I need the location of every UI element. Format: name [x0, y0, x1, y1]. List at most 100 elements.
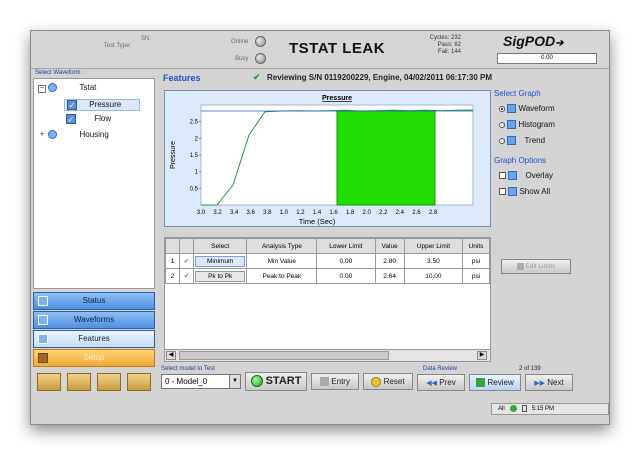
busy-label: Busy	[235, 56, 249, 62]
upper-limit-cell: 3.50	[403, 253, 464, 269]
table-row[interactable]: 2 ✔ Pk to Pk Peak to Peak 0.00 2.64 10.0…	[165, 268, 490, 284]
waveform-radio[interactable]	[499, 105, 505, 112]
nav-waveforms-button[interactable]: Waveforms	[33, 311, 155, 329]
reset-button[interactable]: Reset	[363, 373, 413, 390]
x-tick-label: 2.6	[412, 210, 421, 216]
analysis-region	[336, 110, 436, 206]
online-indicator	[255, 36, 266, 47]
nav-waveforms-label: Waveforms	[73, 315, 115, 324]
lower-limit-cell: 0.00	[316, 253, 376, 269]
histogram-radio[interactable]	[499, 121, 505, 128]
readout-display: 0.00	[497, 53, 597, 64]
value-cell: 2.64	[374, 268, 405, 284]
x-tick-label: 3.8	[263, 210, 272, 216]
status-header	[179, 238, 194, 254]
graph-option-histogram[interactable]: Histogram	[499, 120, 555, 130]
x-tick-label: 2.8	[429, 210, 438, 216]
tree-item-tstat-label: Tstat	[79, 83, 97, 92]
tool-icon-row	[33, 371, 155, 393]
select-cell[interactable]: Pk to Pk	[195, 270, 246, 282]
nav-features-button[interactable]: Features	[33, 330, 155, 348]
nav-status-button[interactable]: Status	[33, 292, 155, 310]
graph-option-trend[interactable]: Trend	[499, 136, 545, 146]
edit-limits-icon	[516, 262, 524, 270]
chevron-down-icon[interactable]: ▼	[229, 375, 240, 388]
start-icon	[250, 375, 263, 388]
help-icon[interactable]	[97, 373, 121, 391]
flow-checkbox-icon[interactable]: ✓	[66, 114, 76, 124]
units-cell: psi	[462, 268, 490, 284]
waveforms-icon	[38, 315, 48, 325]
model-select[interactable]: 0 - Model_0 ▼	[161, 374, 241, 389]
tree-item-housing-label: Housing	[79, 130, 109, 139]
column-header: Value	[374, 238, 405, 254]
histogram-option-label: Histogram	[518, 120, 555, 129]
tree-item-pressure[interactable]: ✓ Pressure	[64, 99, 140, 111]
edit-limits-button[interactable]: Edit Limits	[501, 259, 571, 274]
show-all-checkbox[interactable]	[499, 188, 506, 196]
pass-check-icon: ✔	[179, 253, 194, 269]
overlay-icon	[508, 171, 518, 181]
select-cell[interactable]: Minimum	[195, 255, 246, 267]
status-icon	[38, 296, 48, 306]
edit-limits-label: Edit Limits	[525, 263, 556, 270]
start-button[interactable]: START	[245, 372, 307, 391]
online-label: Online	[231, 39, 249, 45]
x-tick-label: 2.0	[363, 210, 372, 216]
test-type-label: Test Type:	[103, 43, 131, 49]
scroll-left-icon[interactable]: ◀	[166, 351, 176, 360]
scroll-right-icon[interactable]: ▶	[477, 351, 487, 360]
x-tick-label: 3.0	[197, 210, 206, 216]
pass-label: Pass:	[437, 42, 453, 48]
overlay-option[interactable]: Overlay	[499, 171, 554, 181]
housing-icon	[48, 130, 58, 140]
tree-item-flow[interactable]: ✓ Flow	[66, 114, 111, 124]
reset-label: Reset	[383, 377, 405, 386]
collapse-icon[interactable]: −	[38, 85, 46, 93]
start-label: START	[265, 375, 302, 387]
x-tick-label: 1.4	[313, 210, 322, 216]
show-all-label: Show All	[519, 187, 551, 196]
show-all-option[interactable]: Show All	[499, 187, 551, 197]
x-tick-label: 1.6	[329, 210, 338, 216]
app-window: SN: Test Type: Online Busy TSTAT LEAK Cy…	[30, 30, 610, 425]
close-tool-icon[interactable]	[127, 373, 151, 391]
next-label: Next	[547, 378, 564, 387]
tree-item-tstat[interactable]: − Tstat	[38, 83, 96, 93]
x-axis-label: Time (Sec)	[299, 217, 336, 226]
busy-indicator	[255, 53, 266, 64]
waveform-option-label: Waveform	[518, 104, 555, 113]
tree-item-housing[interactable]: + Housing	[38, 130, 109, 140]
tstat-icon	[48, 83, 58, 93]
pass-check-icon: ✔	[179, 268, 194, 284]
graph-option-waveform[interactable]: Waveform	[499, 104, 555, 114]
x-tick-label: 3.2	[213, 210, 222, 216]
check-icon: ✔	[253, 72, 261, 82]
horizontal-scrollbar[interactable]: ◀ ▶	[165, 349, 490, 361]
prev-button[interactable]: ◀◀ Prev	[417, 374, 465, 391]
histogram-graph-icon	[507, 120, 517, 130]
y-tick-label: 1.5	[190, 153, 199, 159]
review-icon	[476, 378, 486, 388]
review-label: Review	[487, 378, 514, 387]
alarm-icon[interactable]	[37, 373, 61, 391]
tools-icon[interactable]	[67, 373, 91, 391]
pressure-checkbox-icon[interactable]: ✓	[67, 100, 77, 110]
page-title: TSTAT LEAK	[289, 40, 386, 57]
y-axis-label: Pressure	[170, 141, 177, 169]
trend-radio[interactable]	[499, 137, 505, 144]
review-button[interactable]: Review	[469, 374, 521, 391]
overlay-checkbox[interactable]	[499, 172, 506, 180]
features-heading: Features	[163, 73, 201, 83]
pressure-chart-panel: Pressure 0.5 1 1.5 2 2.5 3.0 3.2 3.4 3.6 3.8 1.0 1.2…	[164, 90, 491, 227]
scroll-thumb[interactable]	[179, 351, 389, 360]
features-table-panel: Select Analysis Type Lower Limit Value U…	[164, 237, 491, 362]
fail-value: 144	[450, 49, 461, 55]
table-row[interactable]: 1 ✔ Minimum Min Value 0.00 2.80 3.50 psi	[165, 253, 490, 269]
cycle-counters: Cycles: 232 Pass: 82 Fail: 144	[417, 35, 461, 56]
expand-icon[interactable]: +	[38, 130, 46, 139]
nav-setup-button[interactable]: Setup	[33, 349, 155, 367]
next-button[interactable]: ▶▶ Next	[525, 374, 573, 391]
overlay-label: Overlay	[525, 171, 554, 180]
entry-button[interactable]: Entry	[311, 373, 359, 390]
